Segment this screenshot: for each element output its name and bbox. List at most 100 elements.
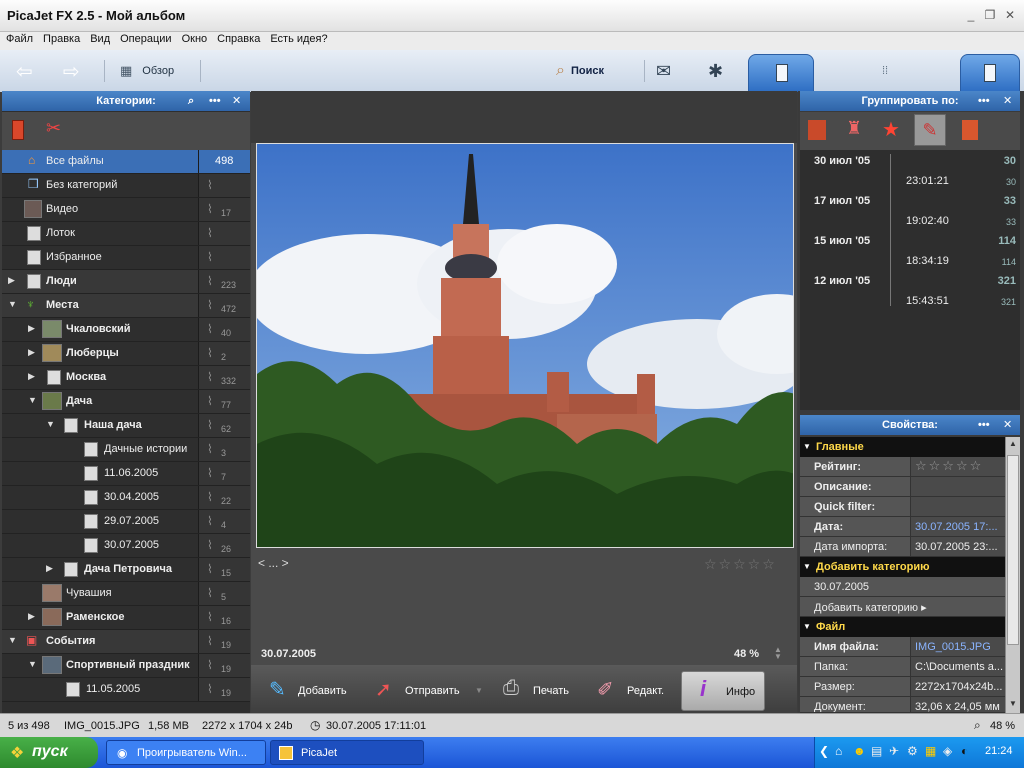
close-icon[interactable]: ✕ <box>1003 415 1012 435</box>
properties-scrollbar[interactable]: ▲ ▼ <box>1005 437 1020 713</box>
collapse-arrow-icon[interactable]: ▼ <box>28 659 37 669</box>
more-icon[interactable]: ••• <box>978 91 990 111</box>
photo-nav[interactable]: < ... > <box>258 556 289 570</box>
search-icon[interactable]: ⌕ <box>188 91 194 111</box>
group-rating-star-icon[interactable]: ★ <box>882 117 900 142</box>
category-dacha-stories[interactable]: Дачные истории ⌇ 3 <box>2 438 250 462</box>
info-button[interactable]: i Инфо <box>681 671 765 711</box>
splitter-icon[interactable]: ⁞⁞ <box>882 58 888 84</box>
category-tray[interactable]: Лоток ⌇ <box>2 222 250 246</box>
menu-window[interactable]: Окно <box>176 32 212 45</box>
minimize-button[interactable]: _ <box>964 8 978 22</box>
add-category-link[interactable]: Добавить категорию ▸ <box>800 597 1005 617</box>
category-favorites[interactable]: Избранное ⌇ <box>2 246 250 270</box>
scroll-down-icon[interactable]: ▼ <box>1009 699 1017 708</box>
rating-stars[interactable]: ☆☆☆☆☆ <box>704 556 777 573</box>
category-petrovich-dacha[interactable]: ▶ Дача Петровича ⌇ 15 <box>2 558 250 582</box>
category-chkalovsky[interactable]: ▶ Чкаловский ⌇ 40 <box>2 318 250 342</box>
zoom-spinner-icon[interactable]: ▲ ▼ <box>774 646 782 661</box>
new-category-icon[interactable] <box>12 120 24 140</box>
forward-arrow-icon[interactable]: ⇨ <box>63 58 87 84</box>
expand-arrow-icon[interactable]: ▶ <box>28 323 35 334</box>
menu-operations[interactable]: Операции <box>114 32 175 45</box>
group-date-icon[interactable]: ✎ <box>914 114 946 146</box>
filename-value[interactable]: IMG_0015.JPG <box>910 637 1005 656</box>
expand-arrow-icon[interactable]: ▶ <box>8 275 15 286</box>
timeline-date[interactable]: 17 июл '05 <box>814 195 870 207</box>
more-icon[interactable]: ••• <box>978 415 990 435</box>
collapse-arrow-icon[interactable]: ▼ <box>8 635 17 645</box>
tray-app-icon[interactable]: ✈ <box>889 744 899 758</box>
category-events[interactable]: ▼ ▣ События ⌇ 19 <box>2 630 250 654</box>
category-ramenskoe[interactable]: ▶ Раменское ⌇ 16 <box>2 606 250 630</box>
scroll-up-icon[interactable]: ▲ <box>1009 439 1017 448</box>
tray-app-icon[interactable]: ⚙ <box>907 744 918 758</box>
close-icon[interactable]: ✕ <box>232 91 241 111</box>
timeline-time[interactable]: 19:02:40 <box>906 215 949 227</box>
tray-app-icon[interactable]: ▤ <box>871 744 882 758</box>
category-video[interactable]: Видео ⌇ 17 <box>2 198 250 222</box>
photo-view[interactable] <box>256 143 794 548</box>
category-places[interactable]: ▼ ♆ Места ⌇ 472 <box>2 294 250 318</box>
collapse-arrow-icon[interactable]: ▼ <box>8 299 17 309</box>
scroll-thumb[interactable] <box>1007 455 1019 645</box>
close-button[interactable]: ✕ <box>1003 8 1017 22</box>
category-lyubertsy[interactable]: ▶ Люберцы ⌇ 2 <box>2 342 250 366</box>
restore-button[interactable]: ❐ <box>983 8 997 22</box>
group-event-icon[interactable]: ♜ <box>846 118 862 139</box>
collapse-arrow-icon[interactable]: ▼ <box>46 419 55 429</box>
group-folder-icon[interactable] <box>962 120 978 140</box>
menu-idea[interactable]: Есть идея? <box>264 32 331 45</box>
category-our-dacha[interactable]: ▼ Наша дача ⌇ 62 <box>2 414 250 438</box>
menu-view[interactable]: Вид <box>84 32 114 45</box>
add-button[interactable]: Добавить <box>298 685 347 697</box>
task-media-player[interactable]: ◉ Проигрыватель Win... <box>106 740 266 765</box>
timeline-time[interactable]: 15:43:51 <box>906 295 949 307</box>
section-file[interactable]: ▼ Файл <box>800 617 1005 637</box>
browse-button[interactable]: ▦ Обзор <box>120 58 174 84</box>
category-date[interactable]: 11.05.2005 ⌇ 19 <box>2 678 250 702</box>
expand-arrow-icon[interactable]: ▶ <box>46 563 53 574</box>
timeline-time[interactable]: 23:01:21 <box>906 175 949 187</box>
start-button[interactable]: ❖ пуск <box>0 737 98 768</box>
date-value[interactable]: 30.07.2005 17:... <box>910 517 1005 536</box>
tray-app-icon[interactable]: ☻ <box>853 744 866 758</box>
category-date[interactable]: 29.07.2005 ⌇ 4 <box>2 510 250 534</box>
menu-help[interactable]: Справка <box>211 32 264 45</box>
edit-button[interactable]: Редакт. <box>627 685 664 697</box>
view-mode-tab-2[interactable] <box>960 54 1020 92</box>
category-people[interactable]: ▶ Люди ⌇ 223 <box>2 270 250 294</box>
collapse-arrow-icon[interactable]: ▼ <box>28 395 37 405</box>
section-add-category[interactable]: ▼ Добавить категорию <box>800 557 1005 577</box>
close-icon[interactable]: ✕ <box>1003 91 1012 111</box>
print-button[interactable]: Печать <box>533 685 569 697</box>
send-button[interactable]: Отправить <box>405 685 460 697</box>
task-picajet[interactable]: PicaJet <box>270 740 424 765</box>
back-arrow-icon[interactable]: ⇦ <box>16 58 40 84</box>
tray-network-icon[interactable]: ⌂ <box>835 744 842 758</box>
category-dacha[interactable]: ▼ Дача ⌇ 77 <box>2 390 250 414</box>
expand-arrow-icon[interactable]: ▶ <box>28 371 35 382</box>
timeline-date[interactable]: 30 июл '05 <box>814 155 870 167</box>
category-date[interactable]: 30.07.2005 ⌇ 26 <box>2 534 250 558</box>
category-moscow[interactable]: ▶ Москва ⌇ 332 <box>2 366 250 390</box>
rating-stars[interactable]: ☆☆☆☆☆ <box>910 457 1005 476</box>
search-button[interactable]: ⌕ Поиск <box>556 58 604 84</box>
expand-arrow-icon[interactable]: ▶ <box>28 347 35 358</box>
category-all-files[interactable]: ⌂ Все файлы 498 <box>2 150 250 174</box>
quick-filter-field[interactable] <box>910 497 1005 516</box>
category-sports-festival[interactable]: ▼ Спортивный праздник ⌇ 19 <box>2 654 250 678</box>
slideshow-icon[interactable]: ✱ <box>708 58 723 84</box>
dropdown-arrow-icon[interactable]: ▼ <box>475 686 483 695</box>
add-category-date[interactable]: 30.07.2005 <box>800 577 1005 597</box>
category-uncategorized[interactable]: ❒ Без категорий ⌇ <box>2 174 250 198</box>
description-field[interactable] <box>910 477 1005 496</box>
expand-arrow-icon[interactable]: ▶ <box>28 611 35 622</box>
tray-expand-icon[interactable]: ❮ <box>819 744 829 758</box>
tray-volume-icon[interactable]: ◐ <box>961 744 968 758</box>
timeline-date[interactable]: 12 июл '05 <box>814 275 870 287</box>
category-date[interactable]: 30.04.2005 ⌇ 22 <box>2 486 250 510</box>
more-icon[interactable]: ••• <box>209 91 221 111</box>
section-main[interactable]: ▼ Главные <box>800 437 1005 457</box>
category-chuvashia[interactable]: Чувашия ⌇ 5 <box>2 582 250 606</box>
